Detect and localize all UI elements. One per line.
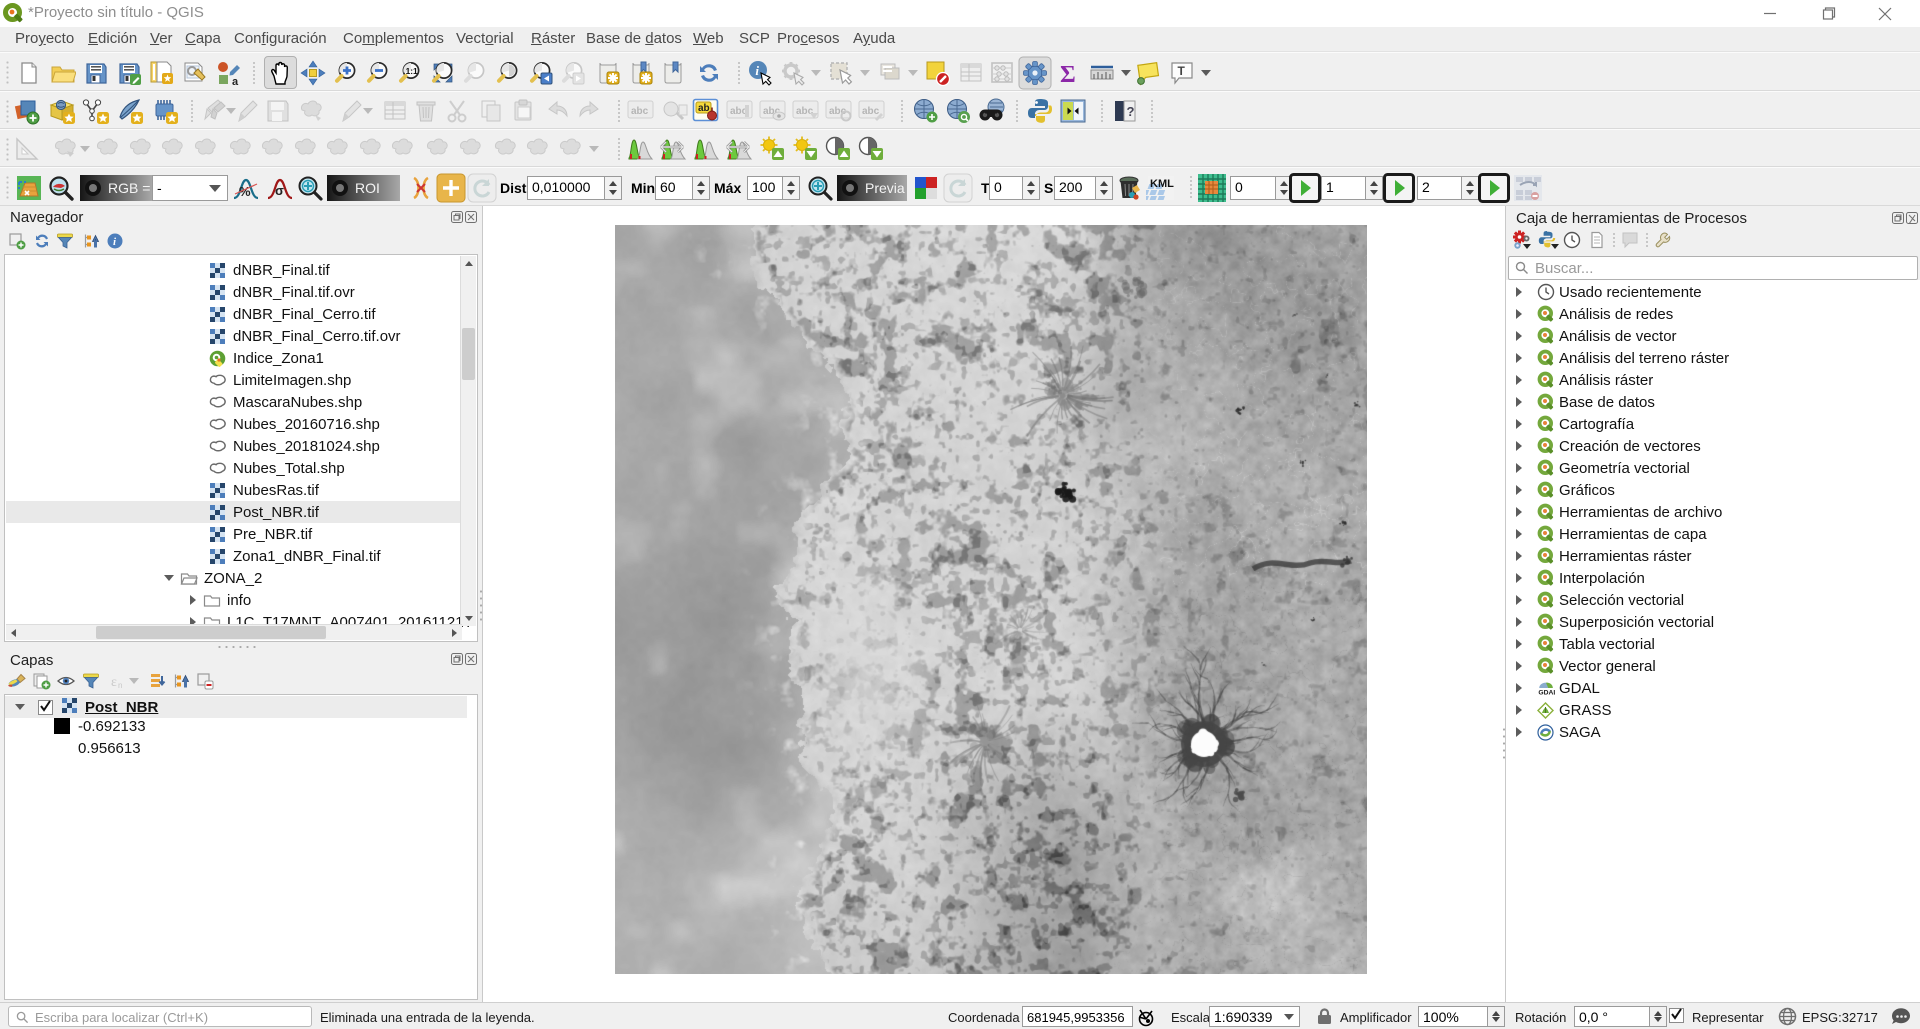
svg-text:i: i bbox=[755, 63, 759, 78]
svg-text:ε: ε bbox=[111, 675, 117, 690]
svg-text:σ: σ bbox=[275, 183, 284, 198]
svg-text:abc: abc bbox=[796, 106, 814, 117]
svg-text:a: a bbox=[232, 76, 239, 86]
svg-text:KML: KML bbox=[1150, 178, 1174, 190]
svg-text:abc: abc bbox=[631, 106, 649, 117]
svg-text:1:1: 1:1 bbox=[406, 66, 418, 76]
svg-text:T: T bbox=[1178, 64, 1186, 78]
svg-text:Σ: Σ bbox=[1060, 62, 1076, 86]
svg-text:ab: ab bbox=[698, 103, 710, 114]
svg-text:n: n bbox=[118, 681, 122, 690]
svg-text:abc: abc bbox=[862, 106, 880, 117]
svg-text:GDAL: GDAL bbox=[1538, 690, 1555, 697]
svg-text:?: ? bbox=[1127, 104, 1135, 119]
